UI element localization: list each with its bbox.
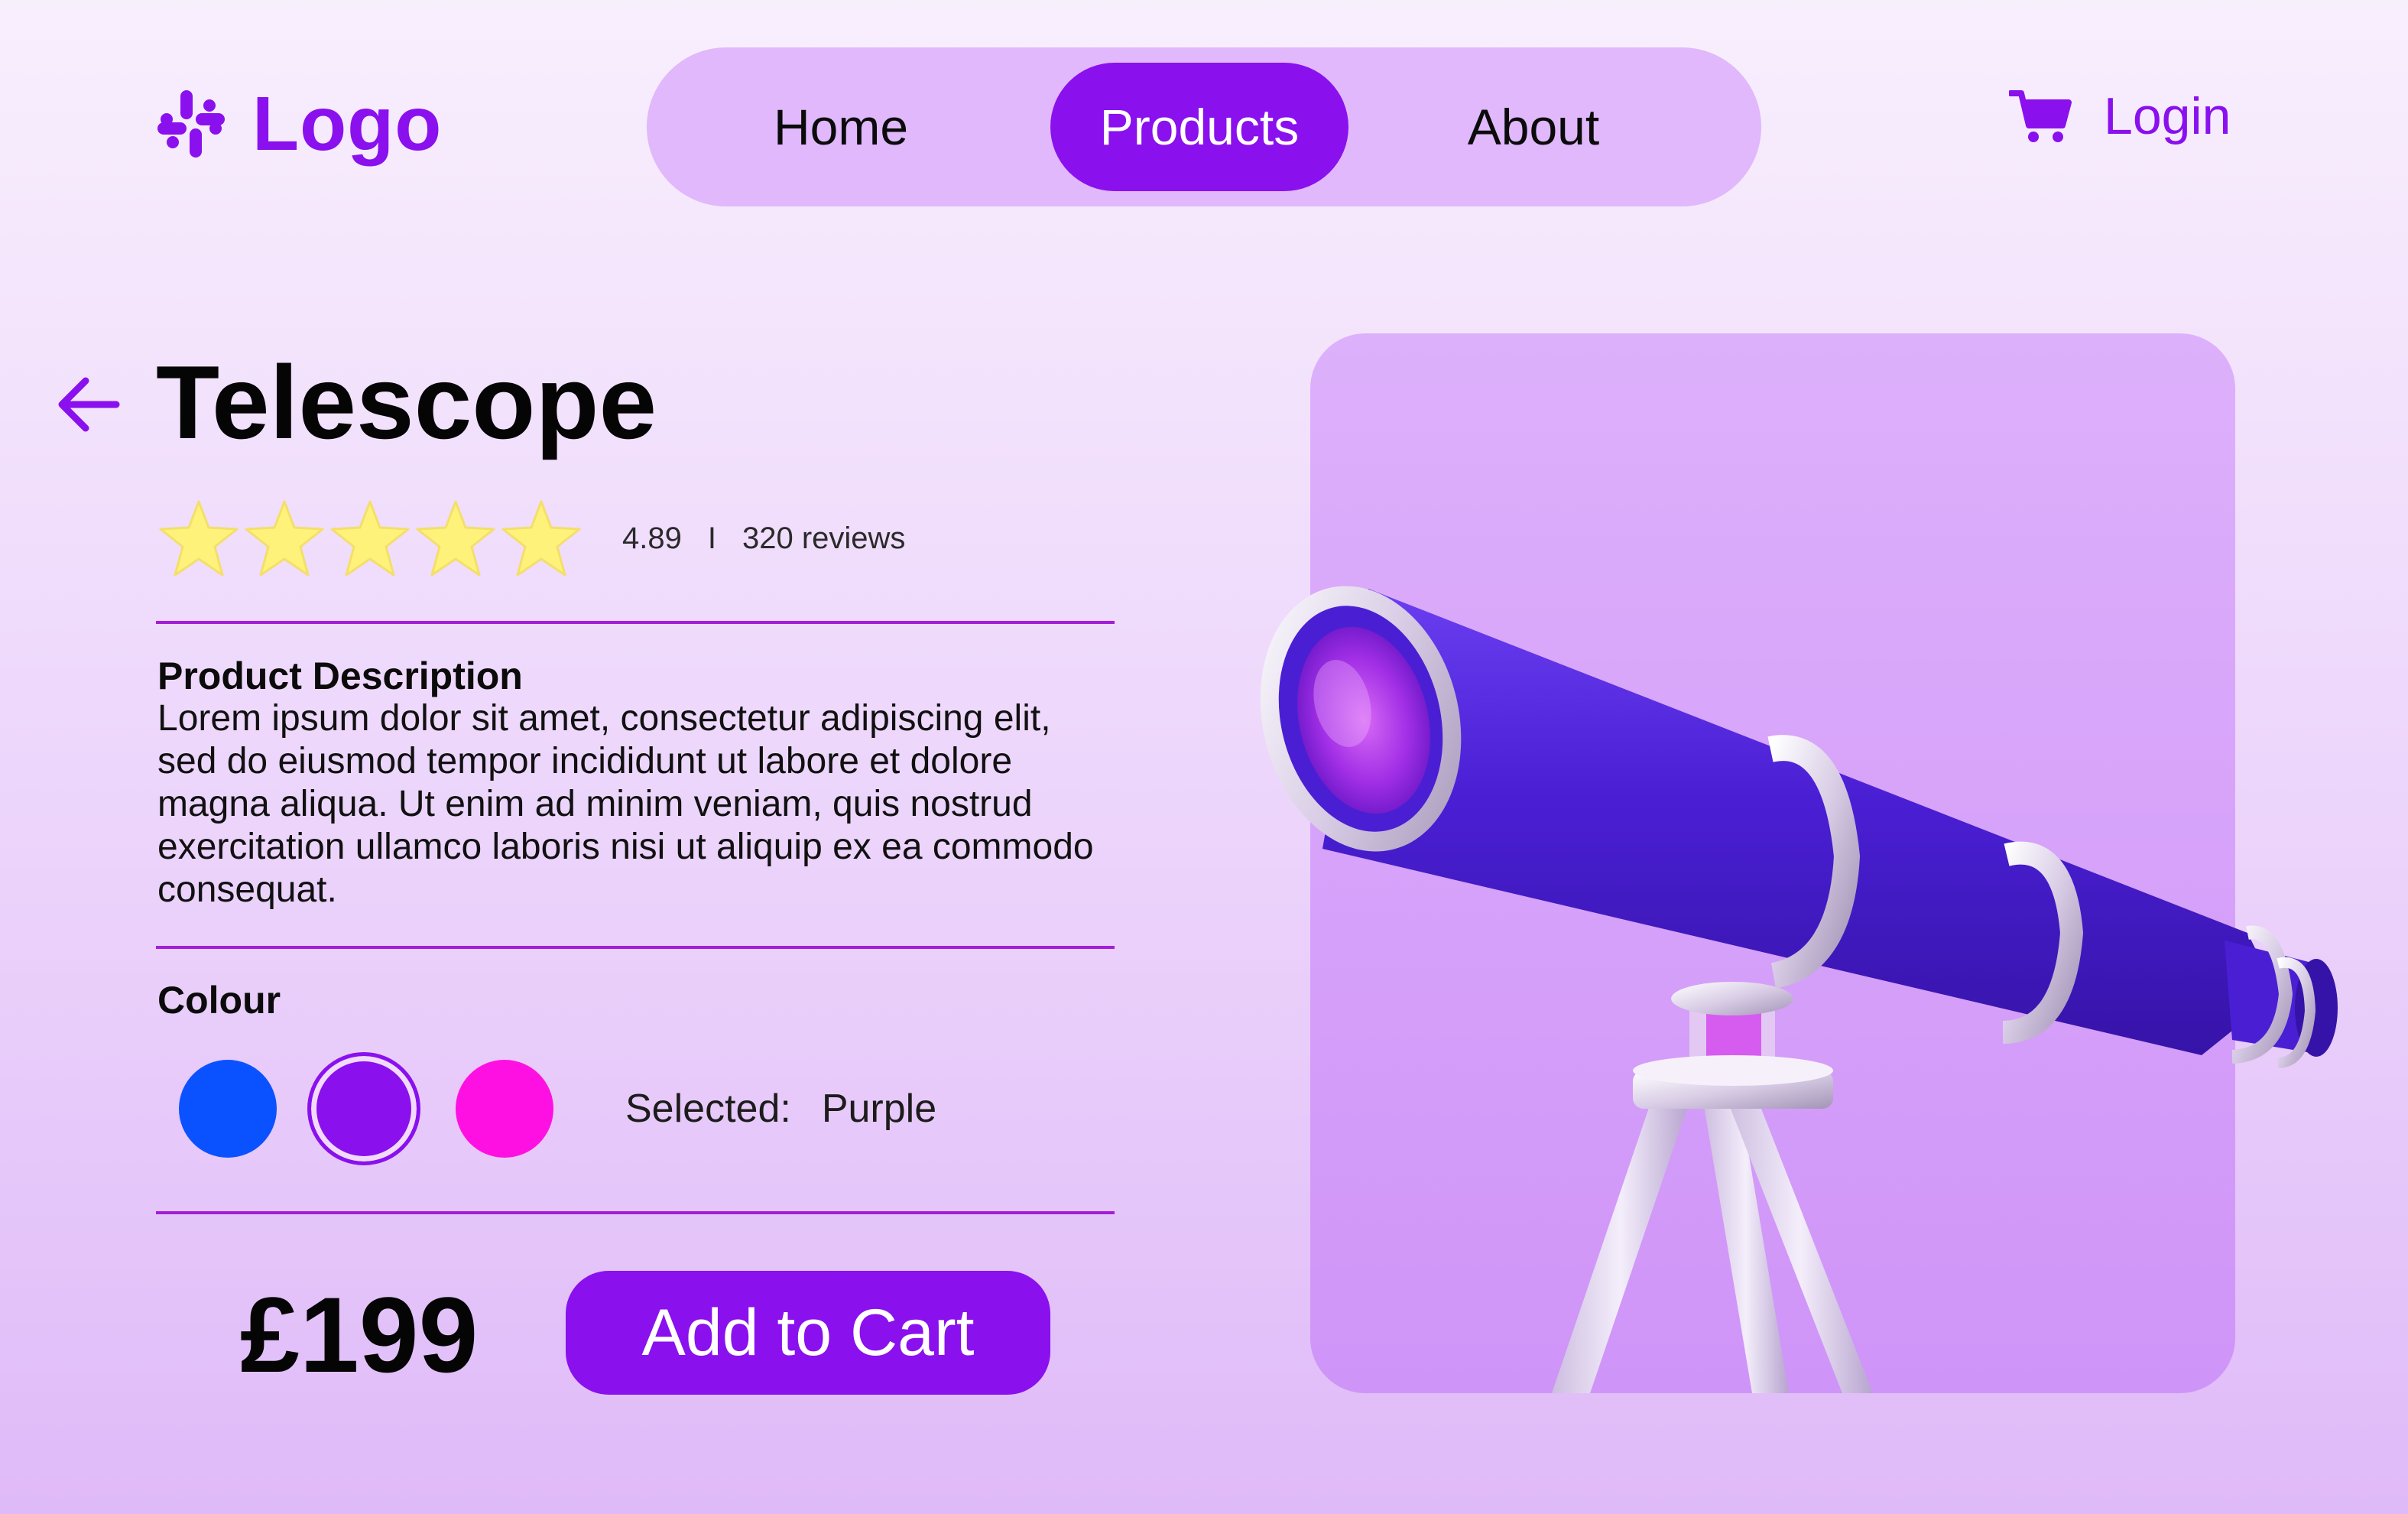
star-icon: [245, 500, 324, 577]
logo-text: Logo: [252, 81, 443, 167]
login-label: Login: [2104, 87, 2231, 145]
star-rating: [157, 499, 583, 578]
description-heading: Product Description: [157, 655, 523, 697]
star-icon: [330, 500, 410, 577]
divider: [156, 1211, 1115, 1214]
slack-logo-icon: [157, 90, 225, 158]
telescope-tube: [1260, 586, 2338, 1068]
selected-value: Purple: [821, 1087, 937, 1131]
star-icon: [416, 500, 495, 577]
logo[interactable]: Logo: [156, 86, 442, 162]
shopping-cart-icon: [2009, 90, 2072, 142]
nav-products[interactable]: Products: [1050, 63, 1348, 191]
product-title: Telescope: [156, 344, 657, 460]
star-icon: [501, 500, 581, 577]
colour-swatch-blue[interactable]: [179, 1060, 277, 1158]
nav-home[interactable]: Home: [719, 63, 963, 191]
colour-heading: Colour: [157, 979, 281, 1022]
colour-swatch-magenta[interactable]: [456, 1060, 553, 1158]
description-text: Lorem ipsum dolor sit amet, consectetur …: [157, 698, 1094, 910]
nav-about[interactable]: About: [1411, 63, 1656, 191]
rating-value: 4.89: [622, 521, 682, 555]
telescope-illustration: [1260, 586, 2338, 1393]
selected-colour: Selected: Purple: [625, 1084, 936, 1133]
star-icon: [159, 500, 239, 577]
main-nav: Home Products About: [647, 47, 1761, 206]
price: £199: [240, 1275, 479, 1395]
add-to-cart-button[interactable]: Add to Cart: [566, 1271, 1050, 1395]
selected-label: Selected:: [625, 1087, 791, 1131]
tripod: [1552, 982, 1873, 1393]
login-button[interactable]: Login: [2009, 89, 2231, 144]
divider: [156, 946, 1115, 949]
divider: [156, 621, 1115, 624]
rating: 4.89 I 320 reviews: [157, 497, 905, 580]
arrow-left-icon[interactable]: [55, 375, 121, 434]
colour-swatch-purple[interactable]: [307, 1052, 420, 1165]
review-count[interactable]: 320 reviews: [742, 521, 905, 556]
rating-separator: I: [707, 521, 716, 555]
